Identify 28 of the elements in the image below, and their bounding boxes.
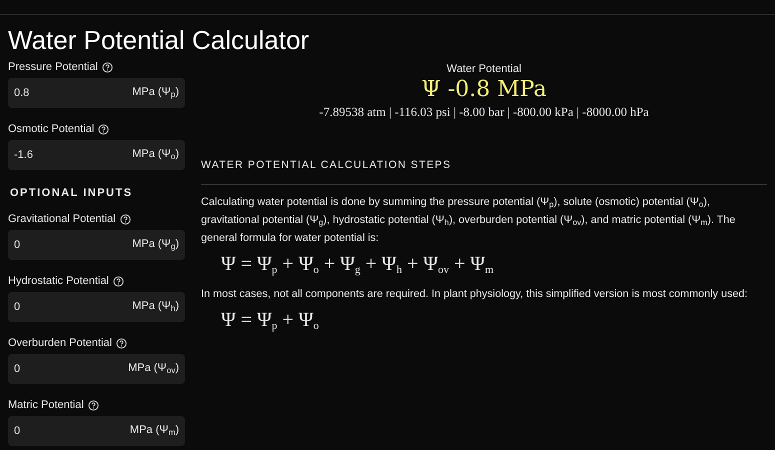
unit-label: MPa (Ψ$_{m}$) [130,423,179,437]
result-value: Ψ -0.8 MPa [421,76,547,104]
field-label: Osmotic Potential [8,122,94,136]
unit-conversions: -7.89538 atm | -116.03 psi | -8.00 bar | -800.00 kPa | -8000.00 hPa [319,104,649,120]
formula: Ψ = Ψ$_{p}$ + Ψ$_{o}$ [220,308,319,333]
unit-label: MPa (Ψ$_{h}$) [132,299,179,313]
field-label: Overburden Potential [8,336,112,350]
field-label: Pressure Potential [8,60,98,74]
help-icon[interactable] [112,276,124,286]
section-heading: OPTIONAL INPUTS [9,186,134,200]
section-heading: WATER POTENTIAL CALCULATION STEPS [201,158,767,185]
field-label: Gravitational Potential [8,212,116,226]
formula: Ψ = Ψ$_{p}$ + Ψ$_{o}$ + Ψ$_{g}$ + Ψ$_{h}$ + Ψ$_{ov}$ + Ψ$_{m}$ [220,252,494,277]
paragraph: In most cases, not all components are required. In plant physiology, this simplified version is most commonly used: [201,286,748,302]
unit-label: MPa (Ψ$_{ov}$) [128,361,179,375]
help-icon[interactable] [102,62,113,72]
unit-label: MPa (Ψ$_{p}$) [132,85,179,99]
field-label: Hydrostatic Potential [8,274,109,288]
help-icon[interactable] [120,214,131,224]
page-title: Water Potential Calculator [7,24,310,57]
help-icon[interactable] [98,124,110,134]
field-label: Matric Potential [8,398,84,412]
unit-label: MPa (Ψ$_{g}$) [132,237,179,251]
help-icon[interactable] [88,400,99,410]
paragraph: Calculating water potential is done by summing the pressure potential (Ψ$_{p}$), solute (osmotic) potential (Ψ$_{o}$), gravitational potential (Ψ$_{g}$), hydrostatic potential (Ψ$_{h}$), overburden potential (Ψ$_{ov}$), and matric potential (Ψ$_{m}$). The general formula for water potential is: [201,194,736,246]
result-label: Water Potential [446,62,522,76]
help-icon[interactable] [116,338,127,348]
unit-label: MPa (Ψ$_{o}$) [132,147,179,161]
